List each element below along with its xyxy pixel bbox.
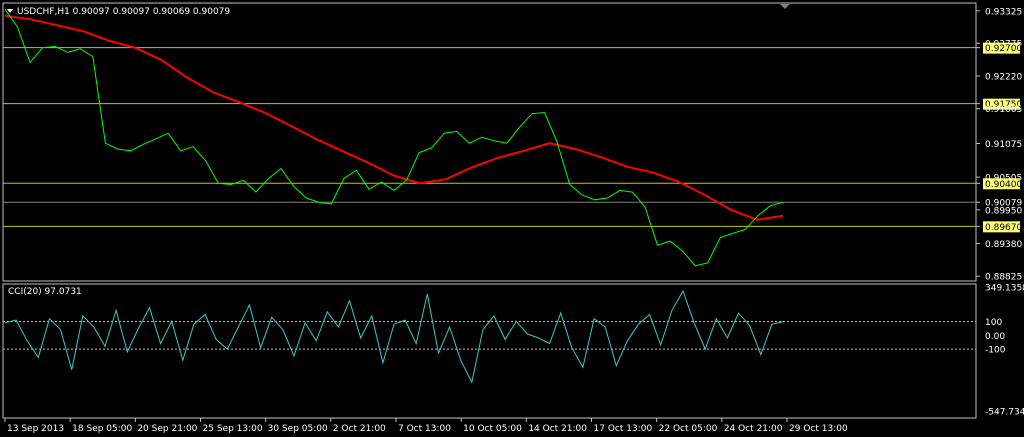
time-tick-label: 18 Sep 05:00: [72, 424, 132, 434]
price-tick-label: 0.89950: [985, 206, 1022, 216]
cci-label: CCI(20) 97.0731: [8, 287, 82, 297]
chart-background: [0, 0, 1024, 437]
price-tick-label: 0.91075: [985, 140, 1022, 150]
time-tick-label: 17 Oct 13:00: [594, 424, 653, 434]
price-tick-label: 0.89380: [985, 240, 1022, 250]
cci-tick-label: -547.7342: [985, 408, 1024, 418]
cci-tick-label: 100: [985, 318, 1002, 328]
time-tick-label: 25 Sep 13:00: [203, 424, 263, 434]
cci-tick-label: 349.1358: [985, 284, 1024, 294]
price-level-tag-label: 0.92700: [985, 44, 1022, 54]
chart-canvas: 0.933250.927750.927000.922200.917500.916…: [0, 0, 1024, 437]
price-tick-label: 0.91665: [985, 105, 1022, 115]
price-tick-label: 0.92220: [985, 72, 1022, 82]
symbol-title: USDCHF,H1 0.90097 0.90097 0.90069 0.9007…: [17, 7, 230, 17]
time-tick-label: 2 Oct 21:00: [333, 424, 386, 434]
time-tick-label: 13 Sep 2013: [7, 424, 64, 434]
time-tick-label: 22 Oct 05:00: [659, 424, 718, 434]
time-tick-label: 24 Oct 21:00: [724, 424, 783, 434]
time-tick-label: 30 Sep 05:00: [268, 424, 328, 434]
cci-tick-label: 0.00: [985, 332, 1005, 342]
time-tick-label: 20 Sep 21:00: [137, 424, 197, 434]
time-tick-label: 10 Oct 05:00: [463, 424, 522, 434]
price-tick-label: 0.88825: [985, 273, 1022, 283]
time-tick-label: 7 Oct 13:00: [398, 424, 451, 434]
cci-tick-label: -100: [985, 346, 1006, 356]
time-tick-label: 14 Oct 21:00: [528, 424, 587, 434]
time-tick-label: 29 Oct 13:00: [789, 424, 848, 434]
price-level-tag-label: 0.89670: [985, 223, 1022, 233]
price-level-tag-label: 0.90400: [985, 180, 1022, 190]
price-tick-label: 0.93325: [985, 7, 1022, 17]
